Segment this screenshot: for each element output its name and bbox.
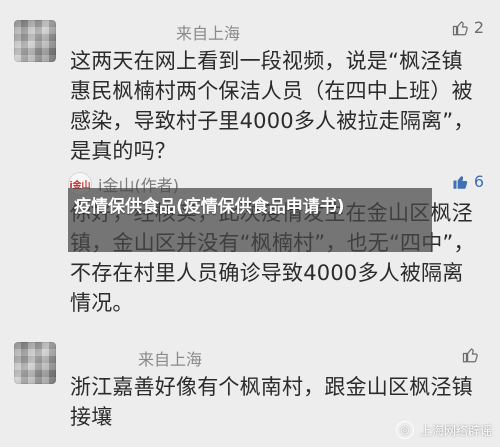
like-button[interactable]: 2 — [452, 18, 484, 37]
watermark: ◎ 上海网络辟谣 — [395, 421, 492, 439]
thumbs-up-icon — [462, 348, 478, 363]
comment-text: 这两天在网上看到一段视频，说是“枫泾镇惠民枫楠村两个保洁人员（在四中上班）被感染… — [70, 49, 475, 163]
like-button-active[interactable]: 6 — [452, 172, 484, 191]
like-button[interactable] — [462, 346, 484, 364]
thumbs-up-filled-icon — [453, 175, 468, 189]
avatar — [14, 20, 56, 62]
watermark-text: 上海网络辟谣 — [419, 423, 492, 438]
weibo-icon: ◎ — [395, 421, 414, 439]
overlay-title-banner: 疫情保供食品(疫情保供食品申请书) — [68, 188, 432, 252]
thumbs-up-icon — [452, 20, 468, 35]
like-count: 2 — [473, 18, 484, 37]
like-count: 6 — [473, 172, 484, 191]
comment-location: 来自上海 — [138, 350, 203, 369]
comment-location: 来自上海 — [176, 24, 241, 43]
avatar — [14, 342, 56, 384]
